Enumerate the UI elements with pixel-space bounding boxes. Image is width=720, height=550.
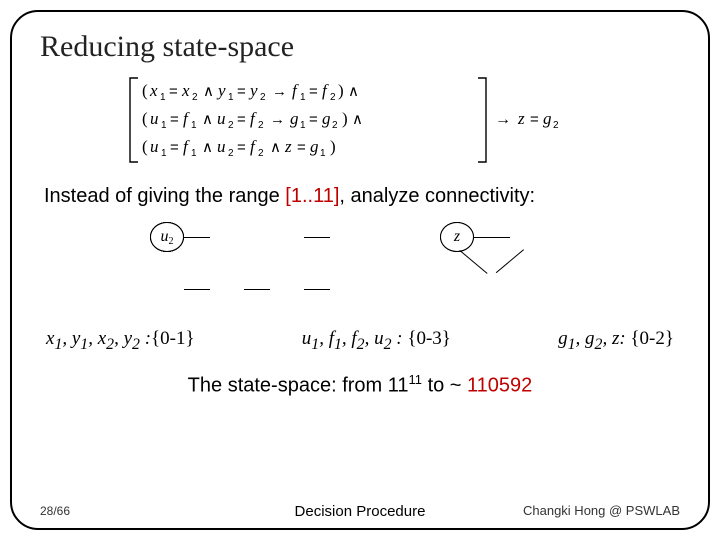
range-group-2: u1, f1, f2, u2 : {0-3} xyxy=(302,328,451,354)
svg-text:y: y xyxy=(216,81,226,100)
svg-text:g: g xyxy=(322,109,331,128)
svg-text:f: f xyxy=(250,109,257,128)
svg-text:u: u xyxy=(150,137,159,156)
edge xyxy=(474,237,510,238)
svg-text:=: = xyxy=(237,83,246,100)
svg-text:=: = xyxy=(237,139,246,156)
edge xyxy=(184,289,210,290)
svg-text:1: 1 xyxy=(300,92,306,103)
svg-text:2: 2 xyxy=(228,120,234,131)
edge xyxy=(184,237,210,238)
svg-text:2: 2 xyxy=(192,92,198,103)
svg-text:f: f xyxy=(322,81,329,100)
svg-text:→: → xyxy=(270,111,285,128)
svg-text:∧: ∧ xyxy=(202,111,213,128)
svg-text:(: ( xyxy=(142,81,148,100)
svg-text:→: → xyxy=(272,83,287,100)
statespace-line: The state-space: from 1111 to ~ 110592 xyxy=(40,372,680,398)
svg-text:f: f xyxy=(250,137,257,156)
svg-text:1: 1 xyxy=(300,120,306,131)
range-group-1: x1, y1, x2, y2 :{0-1} xyxy=(46,328,195,354)
svg-text:1: 1 xyxy=(161,148,167,159)
svg-text:=: = xyxy=(170,111,179,128)
node-u2: u2 xyxy=(150,222,184,252)
svg-text:): ) xyxy=(342,109,348,128)
footer: 28/66 Decision Procedure Changki Hong @ … xyxy=(40,503,680,518)
node-z: z xyxy=(440,222,474,252)
footer-credit: Changki Hong @ PSWLAB xyxy=(523,503,680,518)
svg-text:(: ( xyxy=(142,109,148,128)
intro-range: [1..11] xyxy=(285,185,339,207)
svg-text:g: g xyxy=(543,109,552,128)
svg-text:=: = xyxy=(309,83,318,100)
svg-text:2: 2 xyxy=(260,92,266,103)
ranges-row: x1, y1, x2, y2 :{0-1} u1, f1, f2, u2 : {… xyxy=(46,328,674,354)
svg-text:2: 2 xyxy=(332,120,338,131)
edge xyxy=(244,289,270,290)
svg-text:): ) xyxy=(330,137,336,156)
svg-text:f: f xyxy=(183,109,190,128)
svg-text:1: 1 xyxy=(228,92,234,103)
svg-text:g: g xyxy=(290,109,299,128)
svg-text:2: 2 xyxy=(258,120,264,131)
intro-suffix: , analyze connectivity: xyxy=(339,185,535,207)
svg-text:1: 1 xyxy=(191,148,197,159)
svg-text:2: 2 xyxy=(553,120,559,131)
svg-text:∧: ∧ xyxy=(348,83,359,100)
formula-svg: ( x1 = x2 ∧ y1 = y2 → f1 = f2 ) ∧ ( u1 =… xyxy=(120,72,580,168)
svg-text:∧: ∧ xyxy=(202,139,213,156)
svg-text:=: = xyxy=(237,111,246,128)
svg-text:u: u xyxy=(217,137,226,156)
svg-text:1: 1 xyxy=(191,120,197,131)
svg-text:(: ( xyxy=(142,137,148,156)
svg-text:x: x xyxy=(149,81,158,100)
svg-text:∧: ∧ xyxy=(203,83,214,100)
graph-2: g1 g2 z xyxy=(440,222,570,318)
graphs-row: x1 x2 y1 y2 u1 f1 f2 u2 g1 g2 z xyxy=(40,222,680,318)
svg-text:z: z xyxy=(284,137,292,156)
svg-text:=: = xyxy=(170,139,179,156)
svg-text:f: f xyxy=(292,81,299,100)
statespace-value: 110592 xyxy=(467,374,532,396)
svg-text:2: 2 xyxy=(228,148,234,159)
svg-text:→: → xyxy=(495,111,511,128)
range-group-3: g1, g2, z: {0-2} xyxy=(558,328,674,354)
slide-frame: Reducing state-space ( x1 = x2 ∧ y1 = y2… xyxy=(10,10,710,530)
svg-text:1: 1 xyxy=(160,92,166,103)
svg-text:g: g xyxy=(310,137,319,156)
svg-text:∧: ∧ xyxy=(270,139,281,156)
svg-text:y: y xyxy=(248,81,258,100)
svg-text:u: u xyxy=(150,109,159,128)
svg-text:=: = xyxy=(530,111,539,128)
svg-text:=: = xyxy=(297,139,306,156)
svg-text:): ) xyxy=(338,81,344,100)
svg-text:2: 2 xyxy=(258,148,264,159)
edge xyxy=(304,289,330,290)
edge xyxy=(459,250,487,274)
svg-text:1: 1 xyxy=(320,148,326,159)
svg-text:z: z xyxy=(517,109,525,128)
edge xyxy=(496,249,524,273)
svg-text:f: f xyxy=(183,137,190,156)
svg-text:=: = xyxy=(309,111,318,128)
intro-prefix: Instead of giving the range xyxy=(44,185,285,207)
svg-text:x: x xyxy=(181,81,190,100)
slide-title: Reducing state-space xyxy=(40,30,680,64)
svg-text:1: 1 xyxy=(161,120,167,131)
svg-text:∧: ∧ xyxy=(352,111,363,128)
edge xyxy=(304,237,330,238)
graph-1: x1 x2 y1 y2 u1 f1 f2 u2 xyxy=(150,222,380,318)
svg-text:u: u xyxy=(217,109,226,128)
svg-text:=: = xyxy=(169,83,178,100)
formula-block: ( x1 = x2 ∧ y1 = y2 → f1 = f2 ) ∧ ( u1 =… xyxy=(120,72,680,173)
svg-text:2: 2 xyxy=(330,92,336,103)
intro-text: Instead of giving the range [1..11], ana… xyxy=(44,185,680,208)
